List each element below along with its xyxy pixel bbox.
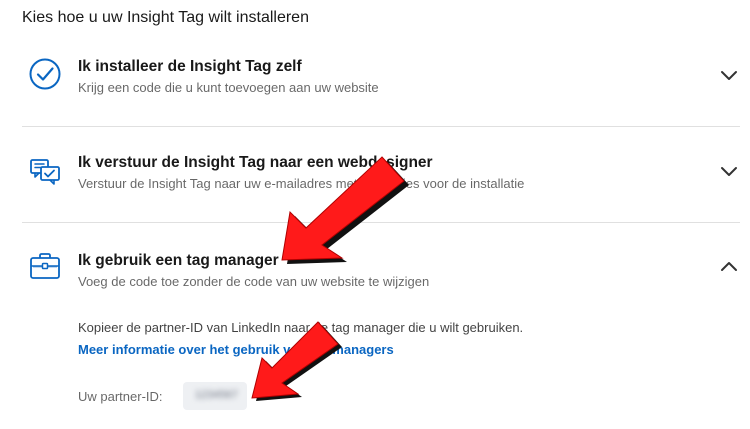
- option-subtitle: Voeg de code toe zonder de code van uw w…: [78, 274, 430, 289]
- option-title: Ik gebruik een tag manager: [78, 252, 279, 269]
- option-tag-manager[interactable]: Ik gebruik een tag manager Voeg de code …: [22, 246, 740, 306]
- chevron-down-icon[interactable]: [720, 165, 738, 177]
- chevron-down-icon[interactable]: [720, 69, 738, 81]
- page-title: Kies hoe u uw Insight Tag wilt installer…: [22, 9, 309, 26]
- option-install-myself[interactable]: Ik installeer de Insight Tag zelf Krijg …: [22, 52, 740, 112]
- divider: [22, 222, 740, 223]
- check-circle-icon: [29, 58, 61, 90]
- send-to-screen-icon: [30, 159, 60, 185]
- briefcase-icon: [30, 253, 60, 279]
- option-subtitle: Verstuur de Insight Tag naar uw e-mailad…: [78, 176, 525, 191]
- learn-more-link[interactable]: Meer informatie over het gebruik van tag…: [78, 342, 394, 357]
- divider: [22, 126, 740, 127]
- option-send-to-designer[interactable]: Ik verstuur de Insight Tag naar een webd…: [22, 150, 740, 210]
- partner-id-value: 1234567: [195, 389, 238, 401]
- option-subtitle: Krijg een code die u kunt toevoegen aan …: [78, 80, 379, 95]
- tag-manager-instructions: Kopieer de partner-ID van LinkedIn naar …: [78, 320, 524, 335]
- option-title: Ik installeer de Insight Tag zelf: [78, 58, 302, 75]
- chevron-up-icon[interactable]: [720, 261, 738, 273]
- partner-id-label: Uw partner-ID:: [78, 389, 163, 404]
- option-title: Ik verstuur de Insight Tag naar een webd…: [78, 154, 433, 171]
- partner-id-field[interactable]: 1234567: [183, 382, 247, 410]
